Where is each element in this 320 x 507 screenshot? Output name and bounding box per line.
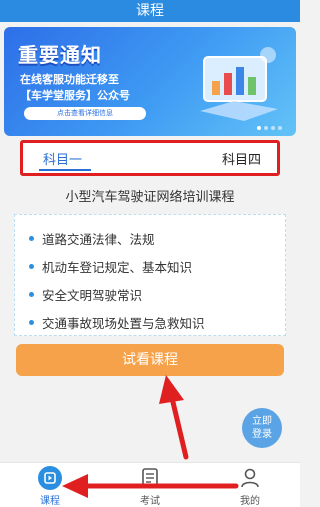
course-title: 小型汽车驾驶证网络培训课程: [65, 190, 235, 205]
tab-subject-four[interactable]: 科目四: [222, 149, 261, 168]
page-header: 课程: [0, 0, 300, 22]
bottom-navigation: 课程 考试 我的: [0, 462, 300, 507]
chart-illustration-icon: [200, 47, 278, 121]
nav-course-label: 课程: [40, 496, 60, 507]
arrow-to-trial-button: [159, 375, 189, 460]
nav-item-mine[interactable]: 我的: [210, 466, 290, 507]
notice-banner[interactable]: 重要通知 在线客服功能迁移至 【车学堂服务】公众号 点击查看详细信息: [4, 27, 296, 136]
banner-pagination: [257, 126, 282, 130]
nav-item-exam[interactable]: 考试: [110, 466, 190, 507]
login-float-button[interactable]: 立即 登录: [242, 408, 282, 448]
nav-item-course[interactable]: 课程: [10, 466, 90, 507]
topic-list: 道路交通法律、法规 机动车登记规定、基本知识 安全文明驾驶常识 交通事故现场处置…: [14, 214, 286, 336]
login-float-line-2: 登录: [252, 429, 272, 440]
nav-mine-label: 我的: [240, 496, 260, 507]
nav-exam-label: 考试: [140, 496, 160, 507]
bullet-icon: [29, 236, 34, 241]
course-icon: [38, 466, 62, 490]
bullet-icon: [29, 264, 34, 269]
trial-course-button[interactable]: 试看课程: [16, 344, 284, 376]
page-title: 课程: [136, 3, 164, 19]
list-item: 交通事故现场处置与急救知识: [29, 313, 205, 332]
bullet-icon: [29, 292, 34, 297]
list-item: 机动车登记规定、基本知识: [29, 257, 192, 276]
list-item: 安全文明驾驶常识: [29, 285, 142, 304]
banner-line-1: 在线客服功能迁移至: [20, 73, 119, 86]
active-tab-indicator: [39, 169, 91, 171]
bullet-icon: [29, 320, 34, 325]
profile-icon: [241, 468, 259, 488]
banner-line-2: 【车学堂服务】公众号: [20, 89, 130, 102]
exam-icon: [142, 468, 158, 488]
banner-title: 重要通知: [18, 43, 102, 67]
login-float-line-1: 立即: [252, 416, 272, 427]
subject-tabs: 科目一 科目四: [20, 140, 280, 176]
banner-detail-button[interactable]: 点击查看详细信息: [24, 107, 146, 120]
tab-subject-one[interactable]: 科目一: [43, 149, 82, 168]
list-item: 道路交通法律、法规: [29, 229, 155, 248]
